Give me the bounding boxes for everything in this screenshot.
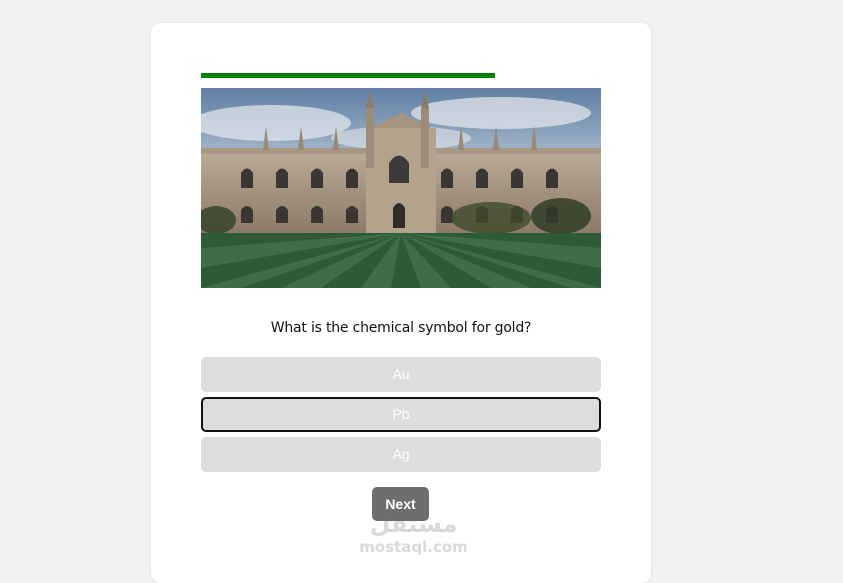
answer-option-pb[interactable]: Pb bbox=[201, 397, 601, 432]
question-text: What is the chemical symbol for gold? bbox=[270, 320, 532, 336]
quiz-card: What is the chemical symbol for gold? Au… bbox=[151, 23, 651, 583]
progress-bar-fill bbox=[201, 73, 495, 78]
next-button[interactable]: Next bbox=[372, 487, 429, 521]
answer-option-ag[interactable]: Ag bbox=[201, 437, 601, 472]
watermark-latin: mostaql.com bbox=[359, 538, 468, 556]
progress-bar bbox=[201, 73, 601, 78]
answer-option-au[interactable]: Au bbox=[201, 357, 601, 392]
quiz-image bbox=[201, 88, 601, 288]
